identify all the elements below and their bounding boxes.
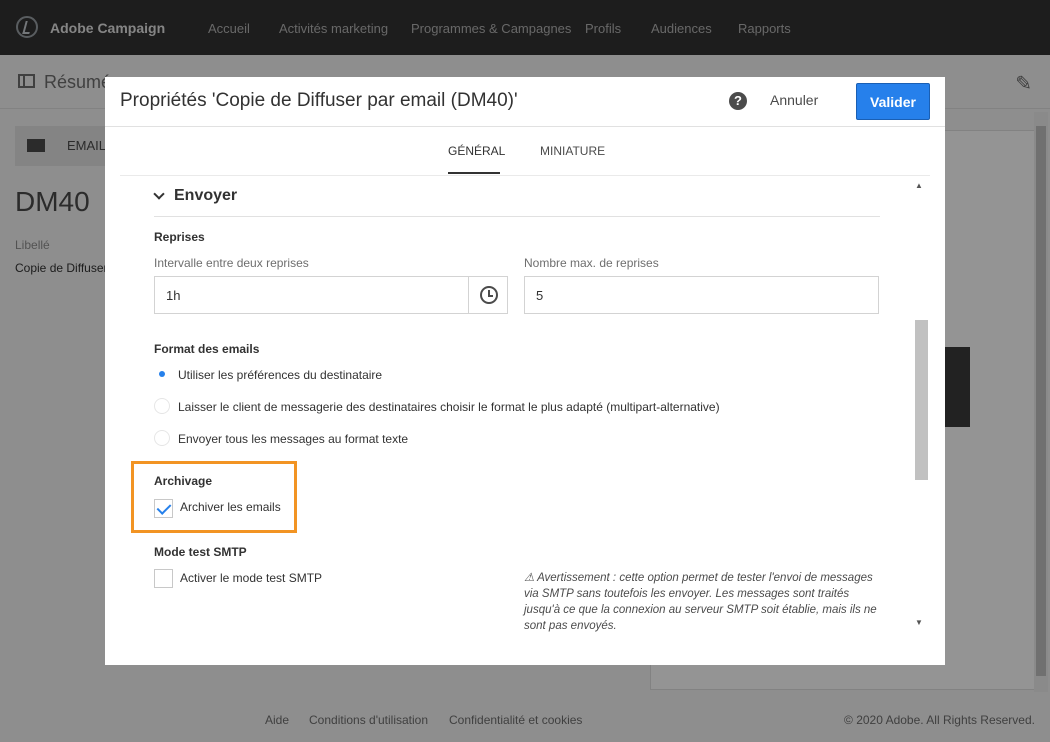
section-title-envoyer[interactable]: Envoyer (174, 187, 237, 205)
archiving-highlight (131, 461, 297, 533)
smtp-test-label[interactable]: Activer le mode test SMTP (180, 571, 322, 585)
properties-dialog: Propriétés 'Copie de Diffuser par email … (105, 77, 945, 665)
active-tab-indicator (448, 172, 500, 174)
smtp-test-heading: Mode test SMTP (154, 545, 247, 559)
max-retries-input[interactable] (524, 276, 879, 314)
radio-multipart-alternative[interactable] (154, 398, 170, 414)
question-icon[interactable]: ? (729, 92, 747, 110)
archiving-heading: Archivage (154, 474, 213, 488)
scroll-down-arrow-icon[interactable]: ▼ (915, 618, 925, 628)
tab-miniature[interactable]: MINIATURE (540, 144, 605, 158)
max-retries-label: Nombre max. de reprises (524, 256, 659, 270)
tab-general[interactable]: GÉNÉRAL (448, 144, 505, 158)
radio-recipient-preferences[interactable] (154, 366, 170, 382)
tabs-divider (120, 175, 930, 176)
smtp-warning-text: ⚠ Avertissement : cette option permet de… (524, 572, 877, 632)
dialog-header: Propriétés 'Copie de Diffuser par email … (105, 77, 945, 127)
section-divider (154, 216, 880, 217)
radio-text-format[interactable] (154, 430, 170, 446)
duration-picker-button[interactable] (468, 276, 508, 314)
clock-icon (480, 286, 498, 304)
cancel-button[interactable]: Annuler (770, 92, 818, 108)
retry-interval-input[interactable] (154, 276, 469, 314)
retries-heading: Reprises (154, 230, 205, 244)
dialog-title: Propriétés 'Copie de Diffuser par email … (120, 90, 518, 111)
retry-interval-label: Intervalle entre deux reprises (154, 256, 309, 270)
option-multipart-alternative-label[interactable]: Laisser le client de messagerie des dest… (178, 400, 720, 414)
option-text-format-label[interactable]: Envoyer tous les messages au format text… (178, 432, 408, 446)
dialog-scrollbar-thumb[interactable] (915, 320, 928, 480)
email-format-heading: Format des emails (154, 342, 260, 356)
archive-emails-label[interactable]: Archiver les emails (180, 500, 281, 514)
validate-button[interactable]: Valider (856, 83, 930, 120)
smtp-test-checkbox[interactable] (154, 569, 173, 588)
chevron-down-icon[interactable] (153, 188, 165, 200)
option-recipient-preferences-label[interactable]: Utiliser les préférences du destinataire (178, 368, 382, 382)
scroll-up-arrow-icon[interactable]: ▲ (915, 181, 925, 191)
archive-emails-checkbox[interactable] (154, 499, 173, 518)
